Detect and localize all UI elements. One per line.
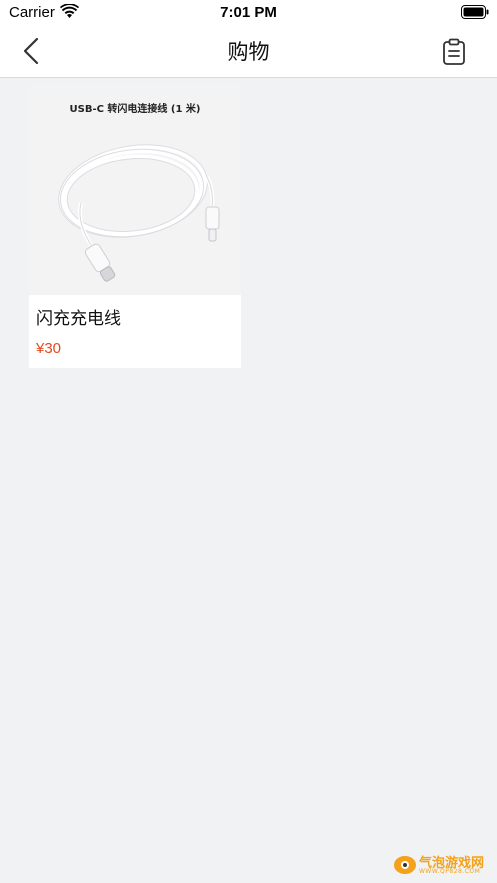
status-time: 7:01 PM xyxy=(220,4,277,21)
watermark-logo-icon xyxy=(394,856,416,874)
clipboard-icon xyxy=(443,38,465,65)
product-card[interactable]: USB-C 转闪电连接线 (1 米) 闪充充电线 ¥30 xyxy=(29,85,241,368)
watermark-sub: WWW.QP828.COM xyxy=(419,868,481,875)
screen: Carrier 7:01 PM 购物 USB-C 转闪电连接线 (1 米) 闪充… xyxy=(0,0,497,883)
nav-bar: 购物 xyxy=(0,26,497,78)
orders-button[interactable] xyxy=(441,38,467,66)
product-price: ¥30 xyxy=(36,340,62,357)
product-name: 闪充充电线 xyxy=(36,309,121,329)
watermark: 气泡游戏网 WWW.QP828.COM xyxy=(393,851,493,879)
product-grid: USB-C 转闪电连接线 (1 米) 闪充充电线 ¥30 xyxy=(0,78,497,883)
page-title: 购物 xyxy=(227,40,270,64)
status-bar: Carrier 7:01 PM xyxy=(0,0,497,26)
battery-icon xyxy=(461,5,489,19)
cable-illustration xyxy=(58,144,220,282)
product-image: USB-C 转闪电连接线 (1 米) xyxy=(29,85,241,295)
